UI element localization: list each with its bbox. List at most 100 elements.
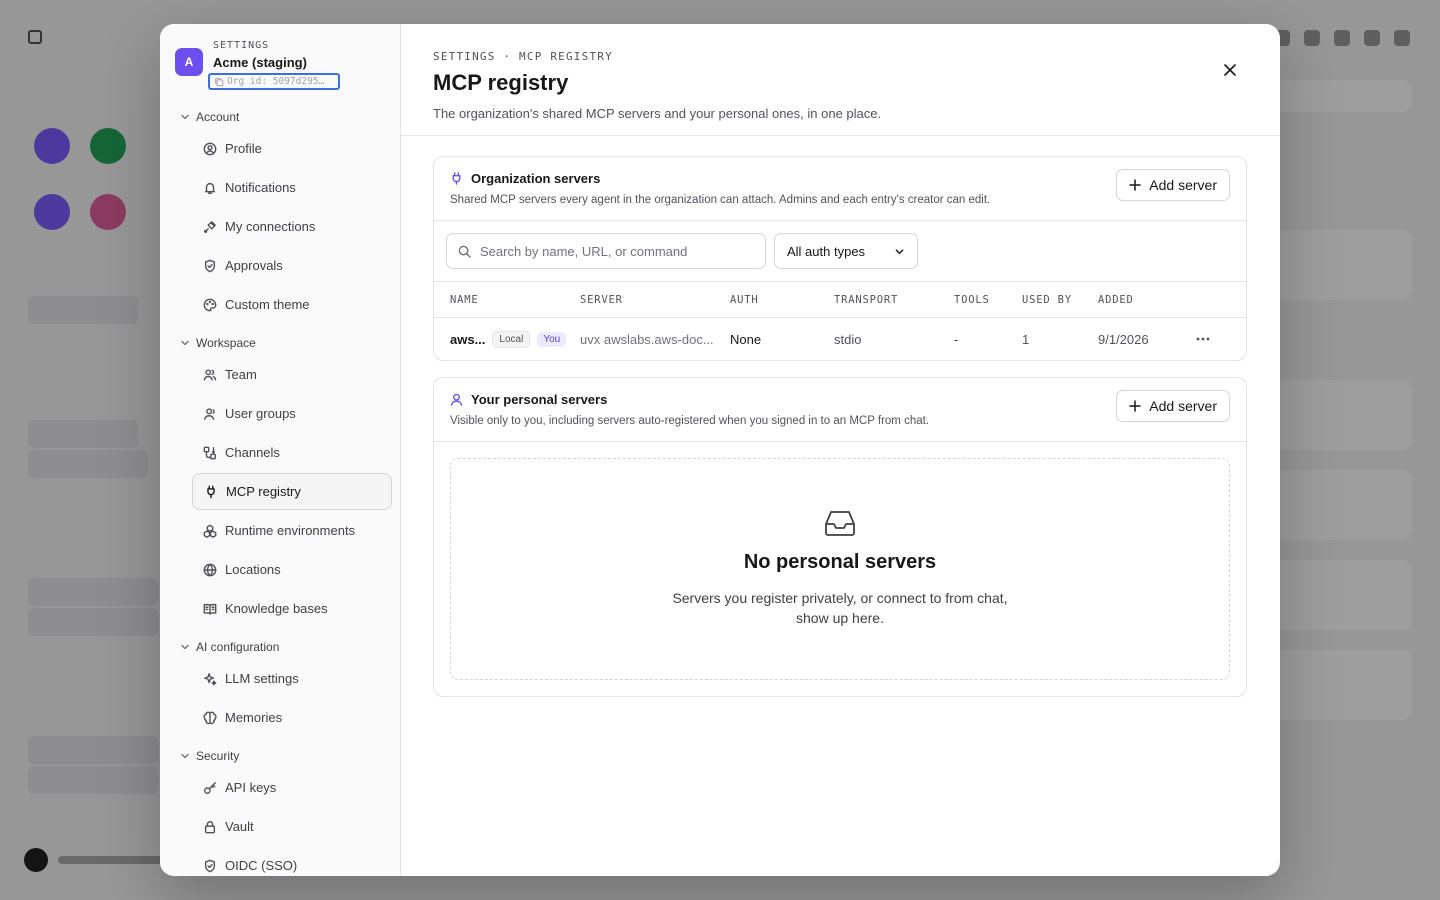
palette-icon bbox=[203, 298, 217, 311]
inbox-icon bbox=[825, 511, 855, 536]
sidebar-item-custom-theme[interactable]: Custom theme bbox=[192, 286, 392, 323]
sidebar-item-locations[interactable]: Locations bbox=[192, 551, 392, 588]
local-badge: Local bbox=[492, 330, 531, 348]
sidebar-item-oidc-sso[interactable]: OIDC (SSO) bbox=[192, 847, 392, 876]
column-header-auth: AUTH bbox=[730, 293, 759, 306]
sidebar-item-memories[interactable]: Memories bbox=[192, 699, 392, 736]
nav-section-workspace[interactable]: Workspace bbox=[160, 332, 400, 354]
server-name: aws... bbox=[450, 331, 486, 347]
sidebar-item-profile[interactable]: Profile bbox=[192, 130, 392, 167]
column-header-name: NAME bbox=[450, 293, 479, 306]
plug-icon bbox=[452, 172, 461, 185]
more-horizontal-icon bbox=[1196, 337, 1210, 341]
sidebar-item-label: MCP registry bbox=[226, 484, 301, 499]
nav-section-label: Account bbox=[196, 110, 240, 124]
org-avatar: A bbox=[175, 48, 203, 76]
column-header-used-by: USED BY bbox=[1022, 293, 1072, 306]
nav-section-ai-configuration[interactable]: AI configuration bbox=[160, 636, 400, 658]
sidebar-item-label: My connections bbox=[225, 219, 316, 234]
server-search[interactable] bbox=[446, 233, 766, 269]
bell-icon bbox=[204, 182, 216, 194]
sidebar-item-knowledge-bases[interactable]: Knowledge bases bbox=[192, 590, 392, 627]
close-button[interactable] bbox=[1220, 60, 1240, 80]
nav-section-label: Workspace bbox=[196, 336, 256, 350]
row-actions-button[interactable] bbox=[1196, 318, 1210, 360]
settings-kicker: SETTINGS bbox=[213, 40, 270, 51]
user-icon bbox=[450, 393, 463, 406]
sidebar-item-my-connections[interactable]: My connections bbox=[192, 208, 392, 245]
settings-sidebar: A SETTINGS Acme (staging) Org id: 5097d2… bbox=[160, 24, 401, 876]
sidebar-item-label: LLM settings bbox=[225, 671, 299, 686]
nav-section-label: AI configuration bbox=[196, 640, 280, 654]
sidebar-item-mcp-registry[interactable]: MCP registry bbox=[192, 473, 392, 510]
nav-section-account[interactable]: Account bbox=[160, 106, 400, 128]
server-tools: - bbox=[954, 331, 959, 347]
table-row[interactable]: aws... Local You uvx awslabs.aws-doc... … bbox=[434, 318, 1246, 360]
channels-icon bbox=[203, 446, 216, 459]
empty-description: Servers you register privately, or conne… bbox=[672, 590, 1008, 626]
nav-section-label: Security bbox=[196, 749, 240, 763]
sidebar-item-approvals[interactable]: Approvals bbox=[192, 247, 392, 284]
add-personal-server-label: Add server bbox=[1149, 398, 1217, 414]
org-servers-card: Organization servers Shared MCP servers … bbox=[433, 156, 1247, 361]
settings-nav: Account Profile Notifications My connection… bbox=[160, 106, 400, 876]
chevron-down-icon bbox=[181, 753, 189, 759]
org-header: A SETTINGS Acme (staging) Org id: 5097d2… bbox=[175, 40, 340, 90]
shield-check-icon bbox=[204, 859, 216, 872]
lock-icon bbox=[204, 820, 216, 833]
brain-icon bbox=[203, 711, 217, 724]
server-used-by: 1 bbox=[1022, 331, 1030, 347]
sidebar-item-label: API keys bbox=[225, 780, 277, 795]
chevron-down-icon bbox=[895, 248, 904, 254]
plus-icon bbox=[1129, 179, 1142, 191]
sidebar-item-label: User groups bbox=[225, 406, 296, 421]
globe-icon bbox=[203, 563, 217, 576]
org-id-text: Org id: 5097d295… bbox=[227, 76, 325, 87]
settings-modal: A SETTINGS Acme (staging) Org id: 5097d2… bbox=[160, 24, 1280, 876]
sidebar-item-user-groups[interactable]: User groups bbox=[192, 395, 392, 432]
search-input[interactable] bbox=[480, 243, 740, 259]
sidebar-item-label: OIDC (SSO) bbox=[225, 858, 298, 873]
sidebar-item-notifications[interactable]: Notifications bbox=[192, 169, 392, 206]
sidebar-item-label: Vault bbox=[225, 819, 254, 834]
users-icon bbox=[203, 368, 217, 381]
sidebar-item-label: Profile bbox=[225, 141, 262, 156]
sidebar-item-team[interactable]: Team bbox=[192, 356, 392, 393]
server-transport: stdio bbox=[834, 331, 862, 347]
page-title: MCP registry bbox=[433, 70, 569, 95]
add-personal-server-button[interactable]: Add server bbox=[1116, 390, 1230, 422]
server-added-date: 9/1/2026 bbox=[1098, 331, 1149, 347]
column-header-transport: TRANSPORT bbox=[834, 293, 899, 306]
chevron-down-icon bbox=[181, 644, 189, 650]
sidebar-item-vault[interactable]: Vault bbox=[192, 808, 392, 845]
you-badge: You bbox=[537, 331, 567, 347]
settings-content: SETTINGS · MCP REGISTRY MCP registry The… bbox=[401, 24, 1280, 876]
column-header-server: SERVER bbox=[580, 293, 623, 306]
sidebar-item-label: Runtime environments bbox=[225, 523, 356, 538]
sidebar-item-api-keys[interactable]: API keys bbox=[192, 769, 392, 806]
sidebar-item-label: Locations bbox=[225, 562, 281, 577]
sidebar-item-llm-settings[interactable]: LLM settings bbox=[192, 660, 392, 697]
chevron-down-icon bbox=[181, 114, 189, 120]
auth-type-value: All auth types bbox=[787, 243, 866, 259]
org-name: Acme (staging) bbox=[213, 55, 307, 70]
sidebar-item-label: Knowledge bases bbox=[225, 601, 328, 616]
empty-state: No personal servers Servers you register… bbox=[450, 458, 1230, 680]
user-group-icon bbox=[204, 407, 215, 420]
sidebar-item-runtime-environments[interactable]: Runtime environments bbox=[192, 512, 392, 549]
org-id-copy-button[interactable]: Org id: 5097d295… bbox=[208, 73, 340, 90]
sidebar-item-channels[interactable]: Channels bbox=[192, 434, 392, 471]
auth-type-select[interactable]: All auth types bbox=[774, 233, 918, 269]
nav-section-security[interactable]: Security bbox=[160, 745, 400, 767]
server-command: uvx awslabs.aws-doc... bbox=[580, 331, 714, 347]
empty-title: No personal servers bbox=[743, 551, 937, 573]
personal-servers-header: Your personal servers Visible only to yo… bbox=[434, 378, 1246, 442]
personal-servers-title: Your personal servers bbox=[471, 392, 608, 407]
org-servers-title: Organization servers bbox=[471, 171, 601, 186]
plug-connection-icon bbox=[204, 220, 216, 233]
add-org-server-button[interactable]: Add server bbox=[1116, 169, 1230, 201]
personal-servers-description: Visible only to you, including servers a… bbox=[450, 415, 929, 427]
column-header-tools: TOOLS bbox=[954, 293, 990, 306]
shield-check-icon bbox=[204, 259, 216, 272]
personal-servers-card: Your personal servers Visible only to yo… bbox=[433, 377, 1247, 697]
